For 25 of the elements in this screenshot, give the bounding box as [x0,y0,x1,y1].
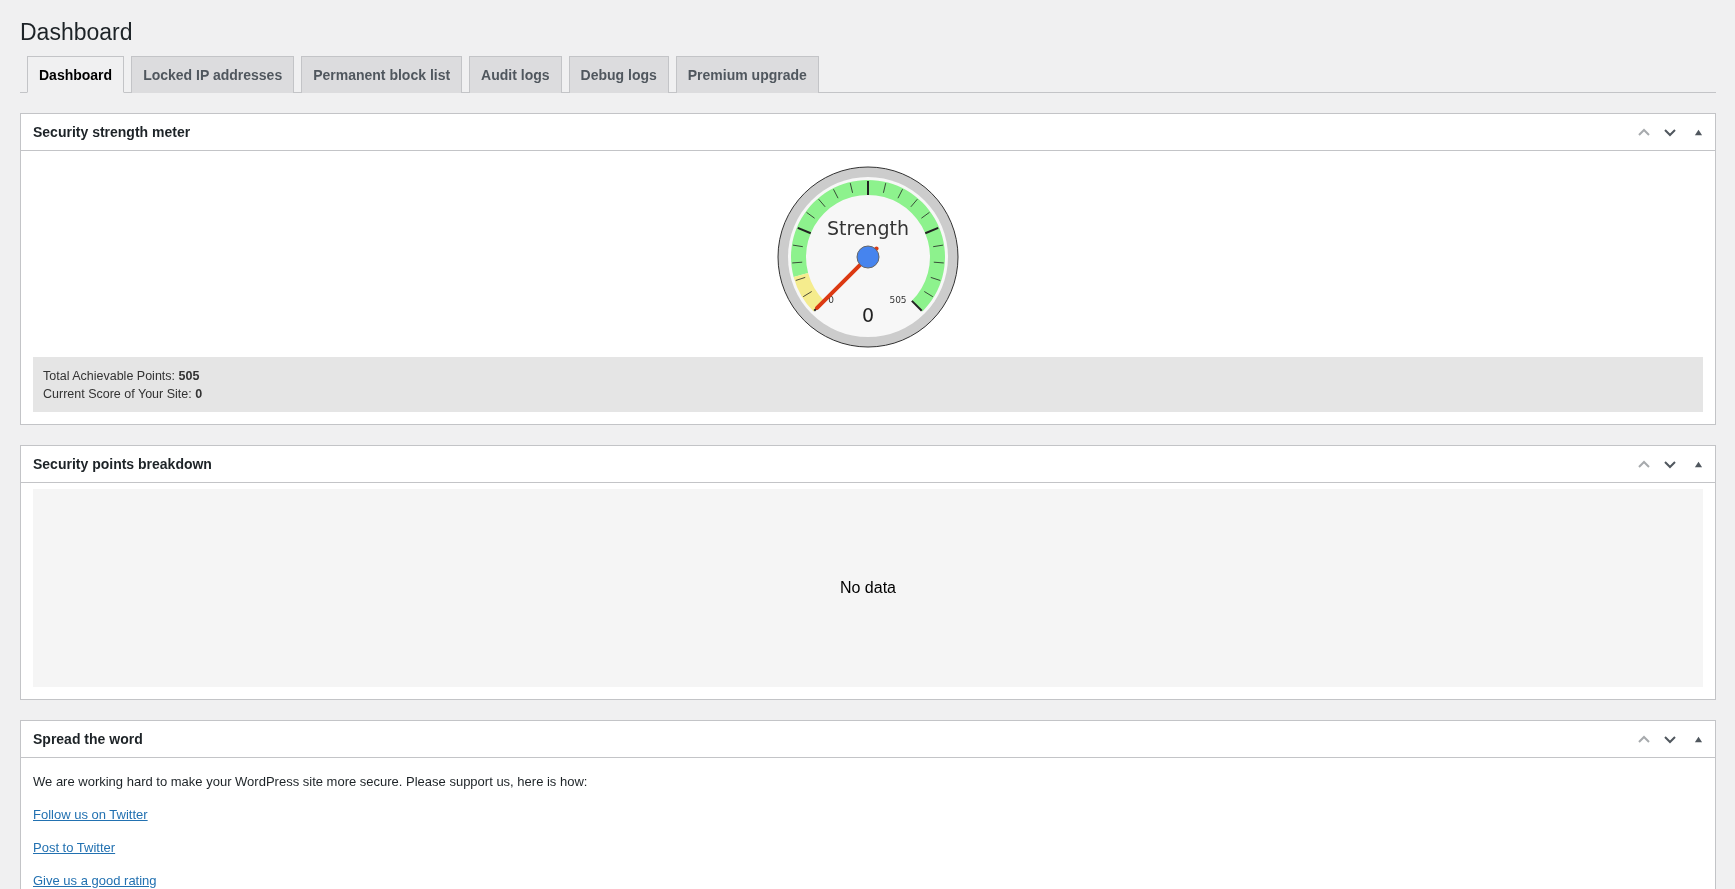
tab[interactable]: Locked IP addresses [131,56,295,93]
gauge-max-label: 505 [889,295,907,305]
triangle-up-icon[interactable] [1694,459,1703,469]
gauge-label: Strength [826,217,910,239]
link[interactable]: Give us a good rating [33,873,157,888]
tab[interactable]: Premium upgrade [675,56,819,93]
tab[interactable]: Permanent block list [301,56,463,93]
gauge-value: 0 [861,304,875,326]
triangle-up-icon[interactable] [1694,734,1703,744]
gauge-hub [856,245,880,269]
tab[interactable]: Dashboard [27,56,125,93]
score-line: Total Achievable Points: 505 [43,368,201,385]
triangle-up-icon[interactable] [1694,127,1703,137]
panel-title: Security points breakdown [33,456,213,472]
panel-title: Spread the word [33,731,144,747]
gauge-needle [815,246,879,310]
link[interactable]: Follow us on Twitter [33,807,148,822]
no-data-message: No data [839,579,896,597]
page-title: Dashboard [20,18,134,47]
tab[interactable]: Audit logs [469,56,562,93]
tab[interactable]: Debug logs [568,56,669,93]
link[interactable]: Post to Twitter [33,840,116,855]
intro-text: We are working hard to make your WordPress site more secure. Please support us, here is how: [33,774,589,789]
panel-title: Security strength meter [33,124,192,140]
score-line: Current Score of Your Site: 0 [43,386,204,403]
